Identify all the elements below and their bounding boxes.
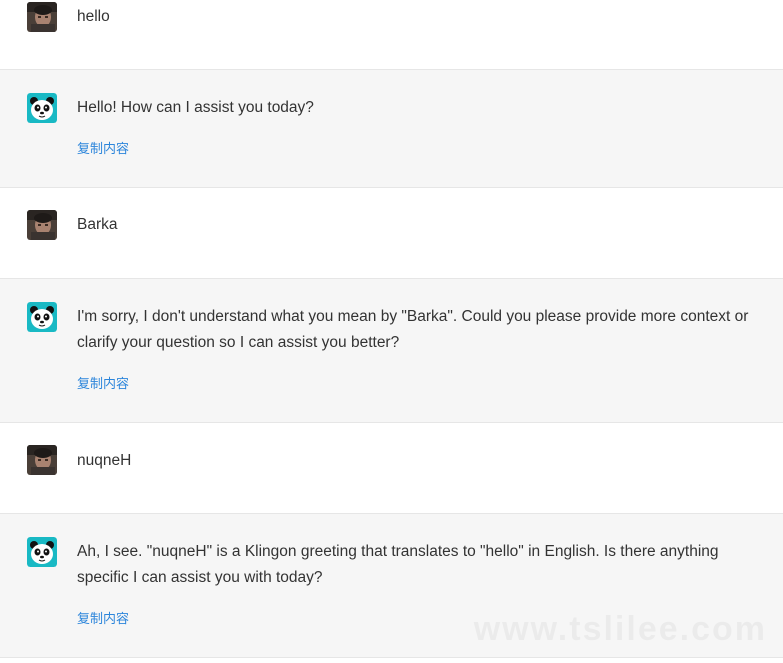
panda-avatar-icon xyxy=(27,302,57,332)
message-text: Ah, I see. "nuqneH" is a Klingon greetin… xyxy=(77,543,719,586)
message-text: Barka xyxy=(77,216,118,233)
message-text: Hello! How can I assist you today? xyxy=(77,99,314,116)
user-photo-avatar-icon xyxy=(27,2,57,32)
copy-content-button[interactable]: 复制内容 xyxy=(77,142,129,158)
message-text: nuqneH xyxy=(77,452,132,469)
message-user: nuqneH xyxy=(0,423,783,514)
user-photo-avatar-icon xyxy=(27,210,57,240)
message-user: hello xyxy=(0,0,783,70)
message-text: I'm sorry, I don't understand what you m… xyxy=(77,308,749,351)
message-assistant: Ah, I see. "nuqneH" is a Klingon greetin… xyxy=(0,514,783,658)
message-user: Barka xyxy=(0,188,783,279)
message-assistant: I'm sorry, I don't understand what you m… xyxy=(0,279,783,423)
copy-content-button[interactable]: 复制内容 xyxy=(77,377,129,393)
message-assistant: Hello! How can I assist you today? 复制内容 xyxy=(0,70,783,188)
user-photo-avatar-icon xyxy=(27,445,57,475)
copy-content-button[interactable]: 复制内容 xyxy=(77,612,129,628)
panda-avatar-icon xyxy=(27,93,57,123)
chat-thread: hello Hello! How can I assist you today?… xyxy=(0,0,783,663)
panda-avatar-icon xyxy=(27,537,57,567)
message-text: hello xyxy=(77,8,110,25)
